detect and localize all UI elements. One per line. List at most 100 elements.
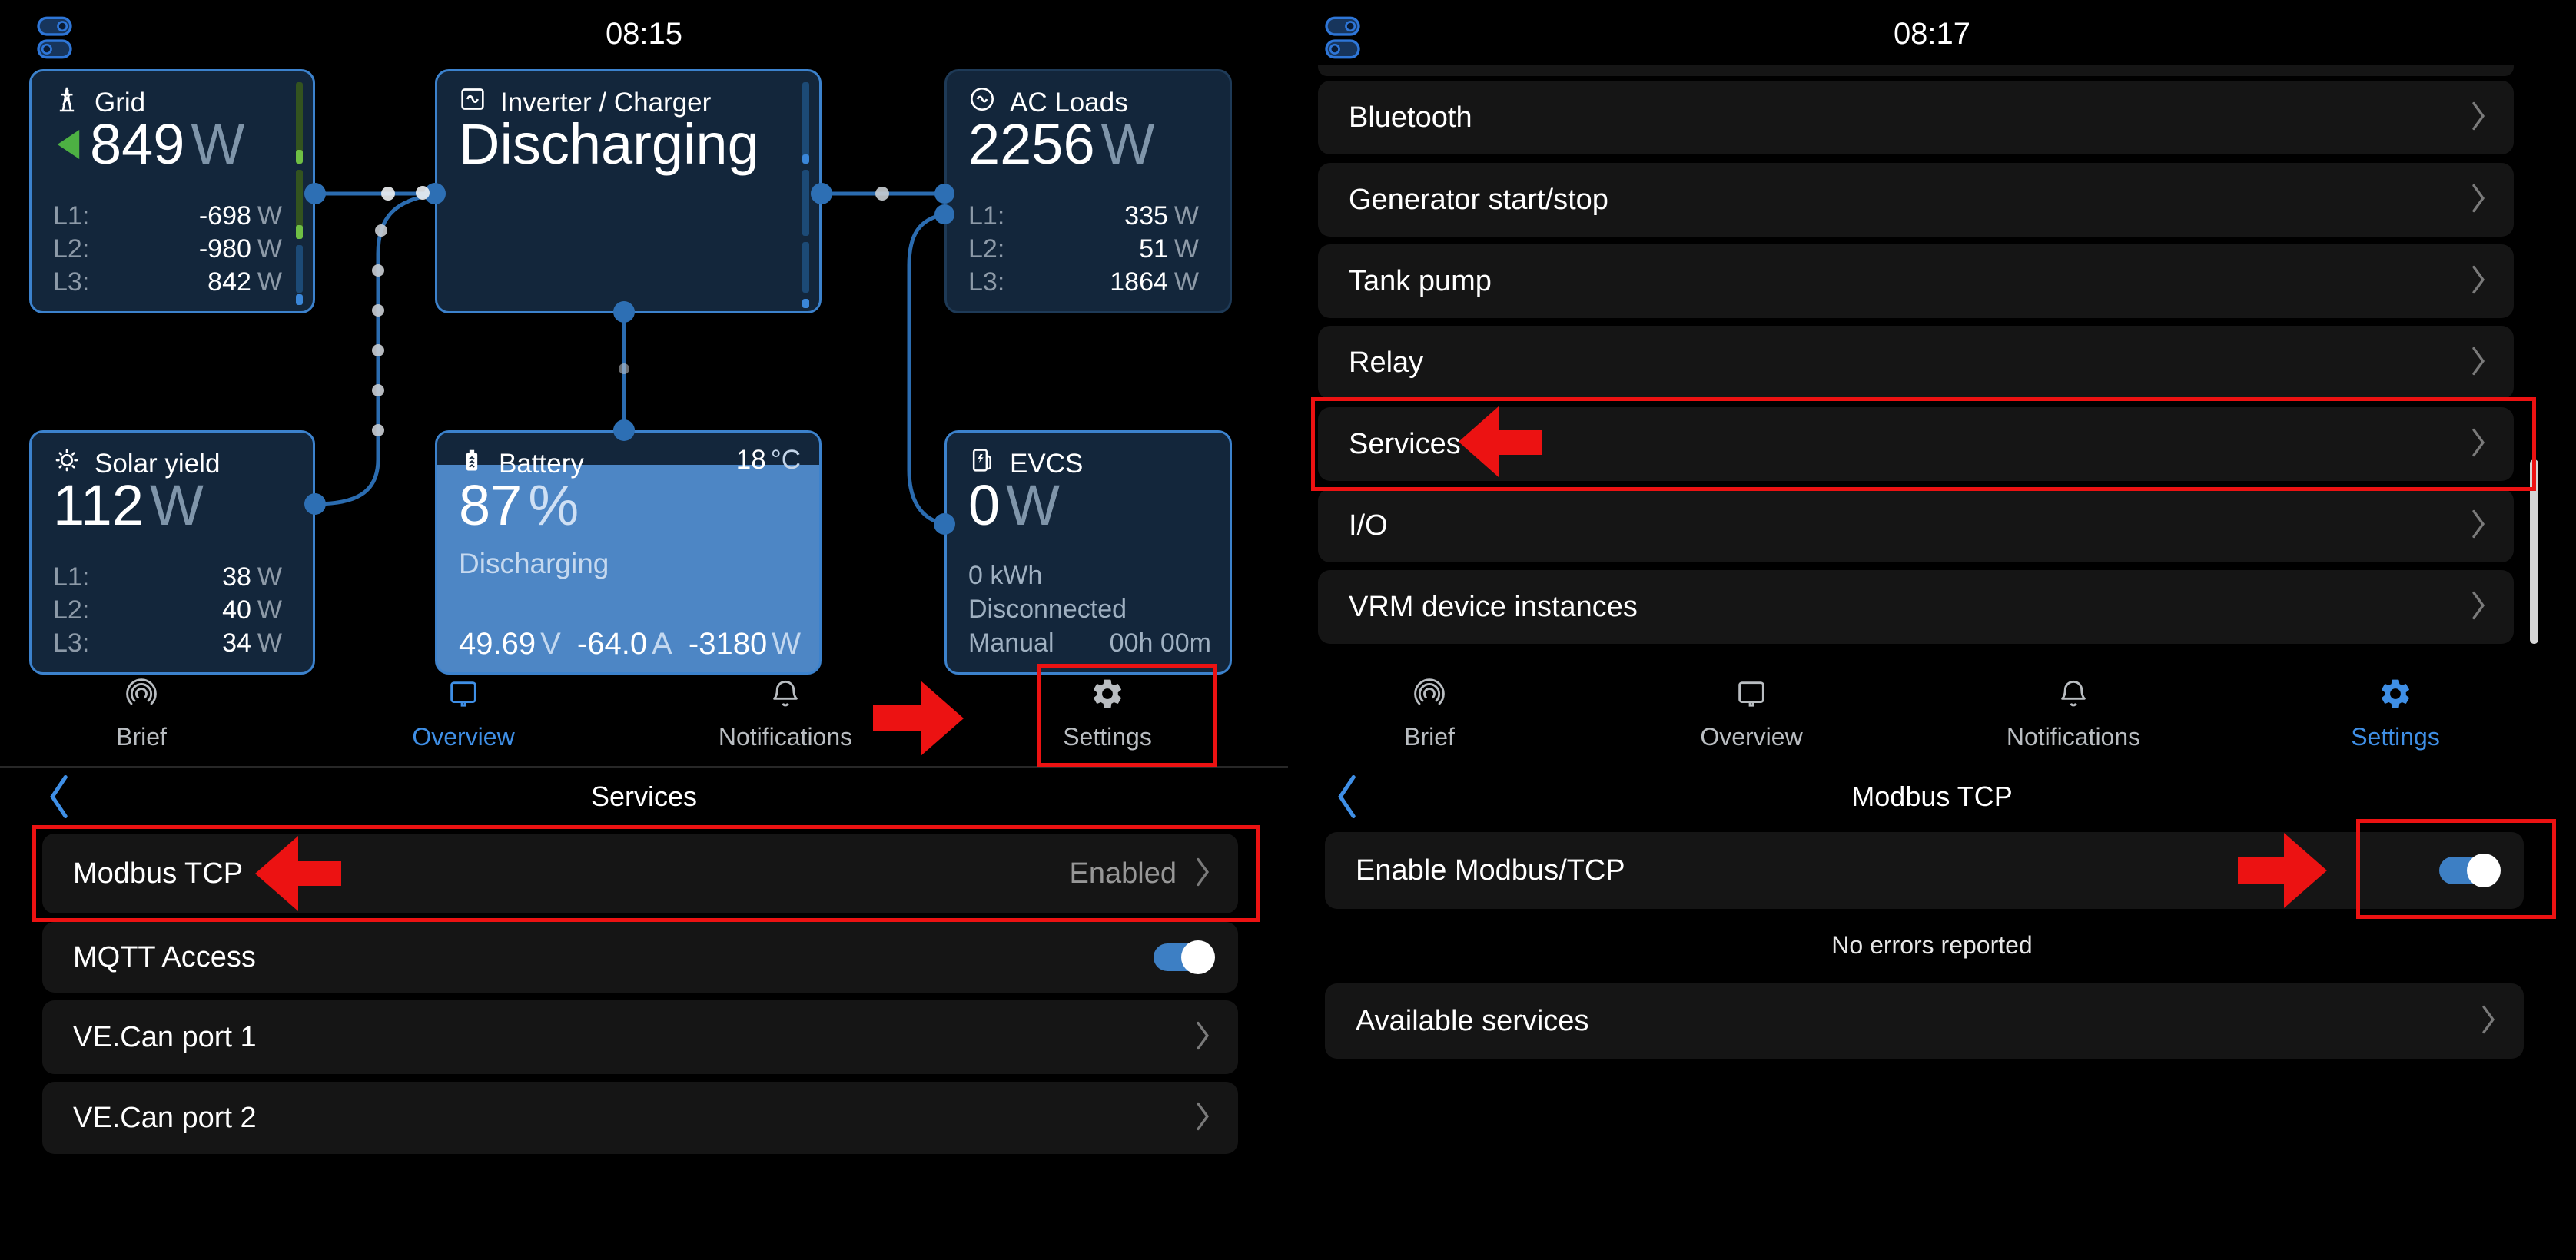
battery-power-unit: W: [772, 627, 801, 661]
battery-temp-unit: °C: [771, 445, 801, 475]
ac-loads-power-value: 2256: [968, 111, 1095, 177]
chevron-right-icon: [1193, 1019, 1212, 1056]
phase-unit: W: [1174, 234, 1199, 264]
settings-row-bluetooth[interactable]: Bluetooth: [1318, 81, 2514, 154]
nav-overview[interactable]: Overview: [1651, 676, 1851, 751]
chevron-right-icon: [2469, 263, 2488, 300]
services-page-title: Services: [0, 781, 1288, 813]
modbus-status-text: No errors reported: [1288, 931, 2576, 960]
phase-label: L2:: [968, 233, 1004, 266]
solar-phase-list: L1:38W L2:40W L3:34W: [53, 561, 282, 660]
clock: 08:15: [0, 17, 1288, 51]
battery-voltage: 49.69: [459, 627, 536, 661]
tutorial-arrow-enable-head: [2284, 833, 2327, 908]
nav-notifications[interactable]: Notifications: [685, 676, 885, 751]
phase-value: 842: [207, 267, 251, 297]
evcs-energy: 0 kWh: [968, 559, 1211, 592]
nav-overview-label: Overview: [363, 723, 563, 751]
grid-power-unit: W: [191, 111, 244, 177]
evcs-mode: Manual: [968, 626, 1054, 660]
tile-ac-loads[interactable]: AC Loads 2256 W L1:335W L2:51W L3:1864W: [944, 69, 1232, 313]
row-label: MQTT Access: [73, 941, 256, 974]
evcs-details: 0 kWh Disconnected Manual 00h 00m: [968, 559, 1211, 660]
grid-phase-list: L1:-698W L2:-980W L3:842W: [53, 200, 282, 299]
evcs-status: Disconnected: [968, 592, 1211, 626]
phase-unit: W: [257, 267, 282, 297]
phase-label: L2:: [53, 594, 89, 627]
tile-grid[interactable]: Grid 849 W L1:-698W L2:-980W L3:842W: [29, 69, 315, 313]
services-row-vecan-port-1[interactable]: VE.Can port 1: [42, 1000, 1238, 1074]
phase-value: 51: [1139, 234, 1168, 264]
evcs-power-value: 0: [968, 472, 1000, 538]
phase-unit: W: [257, 201, 282, 230]
nav-notifications-label: Notifications: [1973, 723, 2173, 751]
settings-row-io[interactable]: I/O: [1318, 489, 2514, 562]
row-label: VRM device instances: [1349, 591, 1638, 624]
grid-flow-arrow-icon: [53, 127, 82, 162]
nav-overview-label: Overview: [1651, 723, 1851, 751]
phase-unit: W: [1174, 201, 1199, 230]
tile-battery[interactable]: Battery 18°C 87 % Discharging 49.69V -64…: [435, 430, 822, 675]
chevron-right-icon: [2469, 507, 2488, 545]
tutorial-box-enable-toggle: [2356, 819, 2556, 919]
phase-value: -698: [199, 201, 251, 230]
phase-label: L1:: [53, 561, 89, 594]
modbus-row-available-services[interactable]: Available services: [1325, 983, 2524, 1059]
row-label: Enable Modbus/TCP: [1356, 854, 1625, 887]
services-row-mqtt-access[interactable]: MQTT Access: [42, 922, 1238, 993]
modbus-page-title: Modbus TCP: [1288, 781, 2576, 813]
battery-soc-value: 87: [459, 472, 522, 538]
battery-power: -3180: [689, 627, 767, 661]
phase-value: 40: [222, 595, 251, 625]
phase-unit: W: [257, 595, 282, 625]
tile-inverter-charger[interactable]: Inverter / Charger Discharging: [435, 69, 822, 313]
evcs-session-time: 00h 00m: [1110, 626, 1211, 660]
partial-row-top: [1318, 65, 2514, 76]
tile-solar-yield[interactable]: Solar yield 112 W L1:38W L2:40W L3:34W: [29, 430, 315, 675]
row-label: VE.Can port 1: [73, 1021, 257, 1054]
nav-overview[interactable]: Overview: [363, 676, 563, 751]
brief-icon: [1412, 701, 1447, 715]
phase-unit: W: [257, 562, 282, 592]
phase-value: 34: [222, 628, 251, 658]
services-row-vecan-port-2[interactable]: VE.Can port 2: [42, 1082, 1238, 1154]
nav-settings[interactable]: Settings: [2295, 676, 2495, 751]
mqtt-toggle-on[interactable]: [1154, 943, 1212, 971]
battery-temp-value: 18: [736, 445, 766, 475]
row-label: Bluetooth: [1349, 101, 1472, 134]
settings-row-vrm-device-instances[interactable]: VRM device instances: [1318, 570, 2514, 644]
phase-unit: W: [257, 628, 282, 658]
nav-brief[interactable]: Brief: [1329, 676, 1529, 751]
battery-current-unit: A: [652, 627, 672, 661]
settings-row-generator[interactable]: Generator start/stop: [1318, 163, 2514, 237]
battery-soc-unit: %: [528, 472, 579, 538]
ac-loads-phase-list: L1:335W L2:51W L3:1864W: [968, 200, 1199, 299]
row-label: Relay: [1349, 346, 1423, 380]
nav-brief-label: Brief: [41, 723, 241, 751]
chevron-right-icon: [2479, 1003, 2498, 1040]
solar-power-value: 112: [53, 472, 144, 538]
tutorial-arrow-modbus: [298, 861, 341, 886]
tile-evcs[interactable]: EVCS 0 W 0 kWh Disconnected Manual 00h 0…: [944, 430, 1232, 675]
phase-label: L1:: [53, 200, 89, 233]
ac-loads-power-unit: W: [1101, 111, 1155, 177]
chevron-right-icon: [2469, 589, 2488, 626]
tutorial-arrow-settings: [873, 705, 921, 731]
chevron-right-icon: [2469, 99, 2488, 137]
settings-row-tank-pump[interactable]: Tank pump: [1318, 244, 2514, 318]
chevron-right-icon: [2469, 181, 2488, 219]
modbus-row-enable[interactable]: Enable Modbus/TCP: [1325, 832, 2524, 909]
phase-label: L3:: [53, 266, 89, 299]
nav-notifications[interactable]: Notifications: [1973, 676, 2173, 751]
row-label: Available services: [1356, 1005, 1588, 1038]
bottom-nav: Brief Overview Notifications Settings: [1288, 676, 2576, 767]
nav-brief-label: Brief: [1329, 723, 1529, 751]
nav-brief[interactable]: Brief: [41, 676, 241, 751]
row-label: Tank pump: [1349, 265, 1492, 298]
gear-icon: [2378, 701, 2413, 715]
tutorial-box-settings: [1037, 664, 1217, 767]
settings-row-relay[interactable]: Relay: [1318, 326, 2514, 400]
phase-label: L2:: [53, 233, 89, 266]
panel-settings-and-modbus: 08:17 Bluetooth Generator start/stop Tan…: [1288, 0, 2576, 1260]
battery-voltage-unit: V: [540, 627, 561, 661]
